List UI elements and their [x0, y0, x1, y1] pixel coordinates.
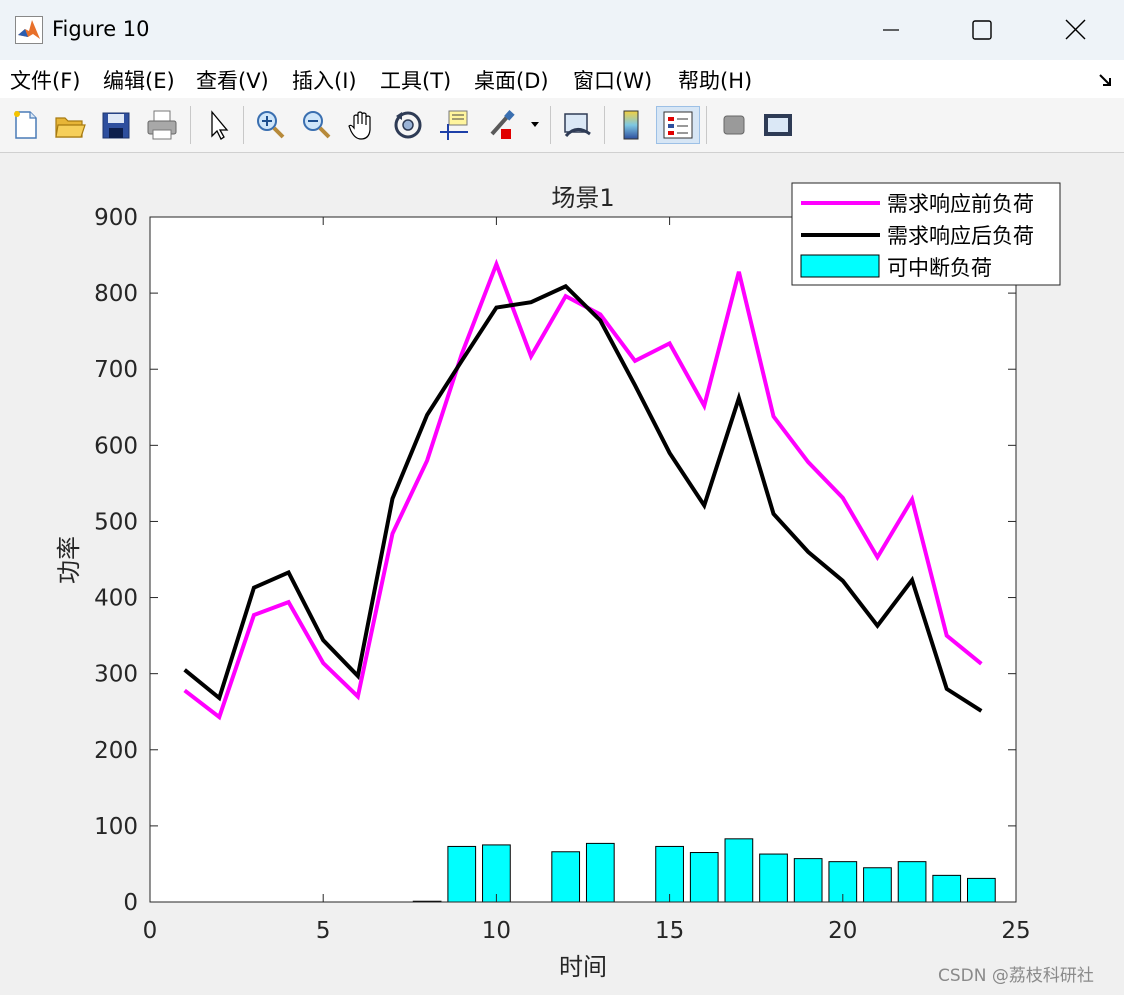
menu-tools[interactable]: 工具(T) [380, 65, 451, 93]
rotate-3d-icon[interactable] [390, 106, 426, 144]
undock-arrow-icon[interactable] [1098, 72, 1114, 88]
bar [759, 853, 788, 903]
menu-file[interactable]: 文件(F) [10, 65, 80, 93]
bar [863, 867, 892, 903]
figure-canvas: 0 5 10 15 20 25 0 100 200 300 400 500 600 700 800 900 场… [0, 153, 1124, 995]
menu-view[interactable]: 查看(V) [196, 65, 269, 93]
chart-title: 场景1 [551, 184, 614, 212]
menu-window[interactable]: 窗口(W) [573, 65, 652, 93]
bar [585, 842, 615, 903]
menu-insert[interactable]: 插入(I) [292, 65, 357, 93]
bar [551, 851, 581, 903]
x-axis-label: 时间 [559, 953, 607, 981]
figure-toolbar [0, 98, 1124, 153]
menu-desktop[interactable]: 桌面(D) [474, 65, 549, 93]
watermark: CSDN @荔枝科研社 [938, 966, 1094, 986]
figure-window: Figure 10 文件(F) 编辑(E) 查看(V) 插入(I) 工具(T) … [0, 0, 1124, 995]
chart: 0 5 10 15 20 25 0 100 200 300 400 500 600 700 800 900 场… [55, 182, 1061, 981]
legend-label-bars: 可中断负荷 [887, 256, 992, 280]
bar [932, 874, 962, 903]
link-plot-icon[interactable] [560, 106, 596, 144]
minimize-button[interactable] [846, 0, 938, 60]
legend-icon[interactable] [656, 106, 700, 144]
y-tick-label: 800 [94, 281, 138, 307]
print-icon[interactable] [144, 106, 180, 144]
y-tick-label: 500 [94, 509, 138, 535]
x-tick-label: 20 [828, 918, 857, 944]
menu-edit[interactable]: 编辑(E) [103, 65, 175, 93]
hide-plot-tools-icon[interactable] [716, 106, 752, 144]
close-button[interactable] [1030, 0, 1122, 60]
open-file-icon[interactable] [52, 106, 88, 144]
bar [482, 844, 511, 903]
pointer-icon[interactable] [200, 106, 236, 144]
y-tick-label: 300 [94, 662, 138, 688]
matlab-logo-icon [15, 16, 43, 44]
bar [724, 838, 754, 903]
zoom-out-icon[interactable] [298, 106, 334, 144]
y-tick-label: 700 [94, 357, 138, 383]
window-title: Figure 10 [52, 17, 150, 41]
bar [793, 858, 823, 903]
x-tick-label: 15 [655, 918, 684, 944]
chevron-down-icon[interactable] [526, 106, 544, 144]
title-bar: Figure 10 [0, 0, 1124, 60]
data-cursor-icon[interactable] [436, 106, 472, 144]
toolbar-separator [706, 106, 707, 144]
toolbar-separator [604, 106, 605, 144]
show-plot-tools-icon[interactable] [760, 106, 796, 144]
x-tick-label: 25 [1001, 918, 1030, 944]
y-tick-label: 0 [123, 890, 138, 916]
toolbar-separator [243, 106, 244, 144]
x-tick-label: 0 [143, 918, 158, 944]
pan-hand-icon[interactable] [344, 106, 380, 144]
bar [655, 845, 684, 903]
y-tick-label: 200 [94, 738, 138, 764]
menu-bar: 文件(F) 编辑(E) 查看(V) 插入(I) 工具(T) 桌面(D) 窗口(W… [0, 60, 1124, 98]
x-tick-label: 10 [482, 918, 511, 944]
legend[interactable]: 需求响应前负荷 需求响应后负荷 可中断负荷 [791, 182, 1061, 286]
save-icon[interactable] [98, 106, 134, 144]
x-tick-label: 5 [316, 918, 331, 944]
legend-label-before: 需求响应前负荷 [887, 192, 1034, 216]
bar [689, 852, 719, 903]
axes-background [150, 217, 1016, 902]
menu-help[interactable]: 帮助(H) [678, 65, 752, 93]
maximize-button[interactable] [936, 0, 1028, 60]
y-tick-label: 400 [94, 586, 138, 612]
new-figure-icon[interactable] [8, 106, 44, 144]
toolbar-separator [190, 106, 191, 144]
legend-label-after: 需求响应后负荷 [887, 224, 1034, 248]
bar [897, 861, 927, 903]
brush-icon[interactable] [484, 106, 520, 144]
y-axis-label: 功率 [55, 536, 83, 584]
y-tick-label: 100 [94, 814, 138, 840]
zoom-in-icon[interactable] [252, 106, 288, 144]
legend-swatch-bars [800, 254, 880, 278]
bar [967, 877, 996, 903]
y-tick-label: 600 [94, 433, 138, 459]
colorbar-icon[interactable] [614, 106, 650, 144]
bar [447, 845, 477, 903]
toolbar-separator [550, 106, 551, 144]
y-tick-label: 900 [94, 205, 138, 231]
